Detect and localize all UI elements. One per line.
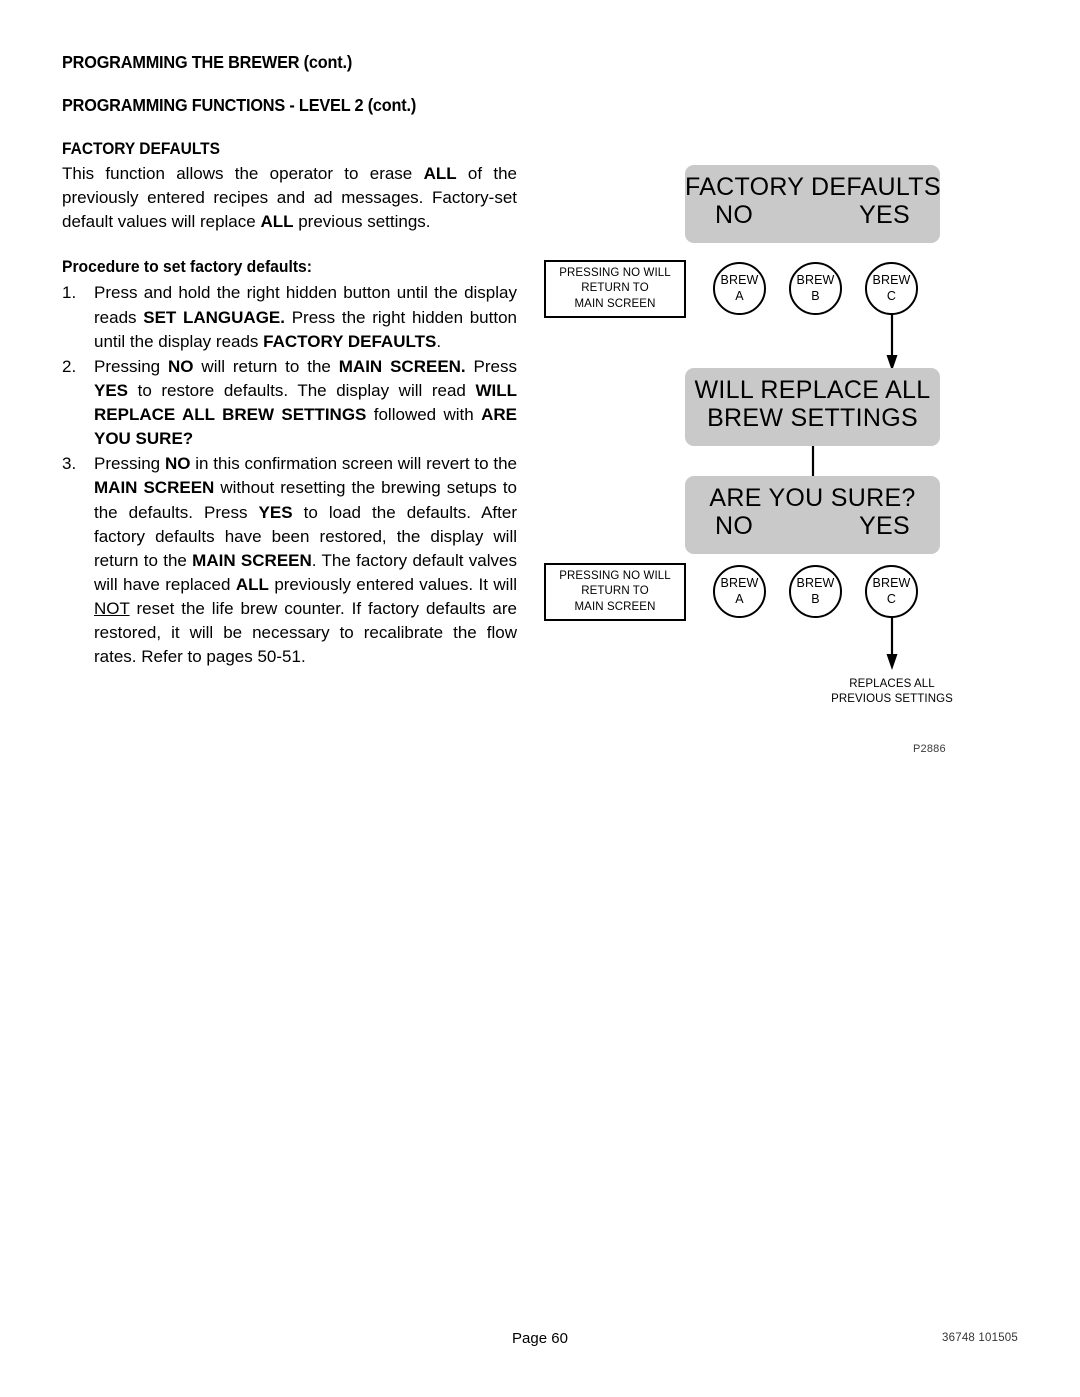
plain-text: Pressing xyxy=(94,454,165,474)
brew-a-top-line1: BREW xyxy=(720,273,759,288)
note2-line-2: RETURN TO xyxy=(581,585,649,598)
emphasis-text: MAIN SCREEN xyxy=(94,478,215,498)
note1-line-3: MAIN SCREEN xyxy=(574,297,656,310)
intro-part-1: This function allows the operator to era… xyxy=(62,164,424,183)
note1-line-2: RETURN TO xyxy=(581,282,649,295)
brew-a-bottom-line1: BREW xyxy=(720,576,759,591)
note2-line-3: MAIN SCREEN xyxy=(574,600,656,613)
emphasis-text: NO xyxy=(168,356,194,376)
lcd3-yes-label: YES xyxy=(859,512,910,540)
emphasis-text: YES xyxy=(94,380,129,400)
manual-page: PROGRAMMING THE BREWER (cont.) PROGRAMMI… xyxy=(0,0,1080,1397)
lcd3-options: NO YES xyxy=(685,512,940,540)
text-column: PROGRAMMING THE BREWER (cont.) PROGRAMMI… xyxy=(62,52,517,670)
page-title-primary: PROGRAMMING THE BREWER (cont.) xyxy=(62,52,353,72)
procedure-heading: Procedure to set factory defaults: xyxy=(62,258,312,277)
emphasis-text: SET LANGUAGE. xyxy=(143,307,285,327)
procedure-step-list: 1. Press and hold the right hidden button… xyxy=(62,281,517,669)
figure-id-label: P2886 xyxy=(913,743,946,755)
plain-text: to restore defaults. The display will re… xyxy=(128,380,476,400)
intro-bold-1: ALL xyxy=(423,164,457,183)
note-box-pressing-no-top: PRESSING NO WILL RETURN TO MAIN SCREEN xyxy=(544,260,686,318)
lcd1-title: FACTORY DEFAULTS xyxy=(685,173,941,201)
intro-paragraph: This function allows the operator to era… xyxy=(62,162,517,234)
plain-text: Press xyxy=(465,356,517,376)
brew-a-bottom-line2: A xyxy=(735,591,744,606)
emphasis-text: ALL xyxy=(235,574,269,594)
procedure-step: 2. Pressing NO will return to the MAIN SC… xyxy=(62,355,517,452)
brew-b-top-line2: B xyxy=(811,288,820,303)
plain-text: will return to the xyxy=(193,356,339,376)
emphasis-text: YES xyxy=(258,502,293,522)
note1-line-1: PRESSING NO WILL xyxy=(559,266,671,279)
intro-part-3: previous settings. xyxy=(293,212,431,232)
procedure-step-number: 2. xyxy=(62,356,77,376)
brew-b-bottom-line1: BREW xyxy=(796,576,835,591)
brew-button-a-bottom[interactable]: BREW A xyxy=(713,565,766,618)
lcd2-line-1: WILL REPLACE ALL xyxy=(694,376,931,404)
brew-b-top-line1: BREW xyxy=(796,273,835,288)
brew-button-c-top[interactable]: BREW C xyxy=(865,262,918,315)
intro-bold-2: ALL xyxy=(260,212,294,232)
lcd2-line-2: BREW SETTINGS xyxy=(707,404,918,432)
brew-button-b-top[interactable]: BREW B xyxy=(789,262,842,315)
plain-text: reset the life brew counter. If factory … xyxy=(94,599,517,667)
emphasis-text: FACTORY DEFAULTS xyxy=(263,331,437,351)
section-heading: FACTORY DEFAULTS xyxy=(62,140,220,158)
plain-text: previously entered values. It will xyxy=(268,574,517,594)
footer-page-number: Page 60 xyxy=(512,1330,568,1347)
lcd3-no-label: NO xyxy=(715,512,754,540)
procedure-step-text: Pressing NO will return to the MAIN SCRE… xyxy=(94,357,517,448)
emphasis-text: MAIN SCREEN. xyxy=(338,356,466,376)
brew-c-bottom-line2: C xyxy=(886,591,897,606)
page-title-secondary: PROGRAMMING FUNCTIONS - LEVEL 2 (cont.) xyxy=(62,95,417,115)
emphasis-text: MAIN SCREEN xyxy=(192,550,312,570)
arrow-brew-c-to-result-icon xyxy=(886,616,898,670)
brew-b-bottom-line2: B xyxy=(811,591,820,606)
brew-button-a-top[interactable]: BREW A xyxy=(713,262,766,315)
lcd3-title: ARE YOU SURE? xyxy=(709,484,916,512)
underlined-text: NOT xyxy=(94,599,130,618)
plain-text: Pressing xyxy=(94,356,169,376)
procedure-step-text: Press and hold the right hidden button u… xyxy=(94,283,517,350)
brew-c-top-line2: C xyxy=(886,288,897,303)
procedure-step: 1. Press and hold the right hidden button… xyxy=(62,281,517,353)
emphasis-text: NO xyxy=(164,454,191,474)
procedure-step-number: 1. xyxy=(62,283,77,303)
lcd1-no-label: NO xyxy=(715,201,754,229)
result-caption: REPLACES ALL PREVIOUS SETTINGS xyxy=(831,678,953,706)
arrow-brew-c-to-will-replace-icon xyxy=(886,313,898,371)
flow-diagram: FACTORY DEFAULTS NO YES PRESSING NO WILL… xyxy=(540,165,1010,775)
procedure-step-text: Pressing NO in this confirmation screen … xyxy=(94,454,517,666)
note2-line-1: PRESSING NO WILL xyxy=(559,569,671,582)
brew-button-c-bottom[interactable]: BREW C xyxy=(865,565,918,618)
plain-text: . xyxy=(436,331,442,351)
brew-button-b-bottom[interactable]: BREW B xyxy=(789,565,842,618)
lcd1-yes-label: YES xyxy=(859,201,910,229)
lcd-screen-are-you-sure: ARE YOU SURE? NO YES xyxy=(685,476,940,554)
note-box-pressing-no-bottom: PRESSING NO WILL RETURN TO MAIN SCREEN xyxy=(544,563,686,621)
lcd-screen-factory-defaults: FACTORY DEFAULTS NO YES xyxy=(685,165,941,243)
brew-c-bottom-line1: BREW xyxy=(872,576,911,591)
brew-c-top-line1: BREW xyxy=(872,273,911,288)
footer-document-code: 36748 101505 xyxy=(942,1332,1018,1344)
lcd-screen-will-replace: WILL REPLACE ALL BREW SETTINGS xyxy=(685,368,940,446)
procedure-step: 3. Pressing NO in this confirmation scree… xyxy=(62,452,517,669)
lcd1-options: NO YES xyxy=(685,201,940,229)
plain-text: in this confirmation screen will revert … xyxy=(190,454,517,474)
plain-text: followed with xyxy=(366,405,482,424)
procedure-step-number: 3. xyxy=(62,454,77,474)
brew-a-top-line2: A xyxy=(735,288,744,303)
